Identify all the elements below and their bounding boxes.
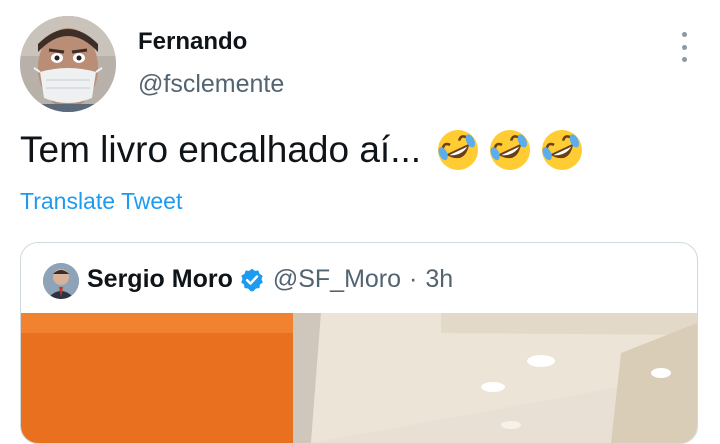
more-vertical-icon[interactable] (674, 30, 694, 64)
avatar-image (20, 16, 116, 112)
author-display-name[interactable]: Fernando (138, 28, 247, 56)
quoted-author-avatar[interactable] (43, 263, 79, 299)
avatar-image (43, 263, 79, 299)
dot (681, 57, 687, 62)
dot (681, 44, 687, 50)
quoted-tweet-photo[interactable] (21, 313, 697, 443)
separator-dot: · (409, 265, 418, 293)
quoted-author-handle[interactable]: @SF_Moro (273, 265, 401, 294)
dot (681, 32, 687, 37)
tweet-text-content: Tem livro encalhado aí... (20, 129, 422, 170)
tweet-text: Tem livro encalhado aí... (20, 126, 585, 174)
translate-tweet-link[interactable]: Translate Tweet (20, 188, 182, 215)
quoted-tweet-card[interactable]: Sergio Moro @SF_Moro · 3h (20, 242, 698, 444)
quoted-tweet-header: Sergio Moro @SF_Moro · 3h (87, 265, 453, 294)
verified-badge-icon (241, 268, 263, 291)
rofl-emoji-icon (438, 130, 479, 170)
author-handle[interactable]: @fsclemente (138, 70, 284, 99)
quoted-tweet-time[interactable]: 3h (425, 265, 453, 294)
rofl-emoji-icon (542, 130, 583, 170)
quoted-author-name[interactable]: Sergio Moro (87, 265, 233, 294)
rofl-emoji-icon (490, 130, 531, 170)
tweet-author-avatar[interactable] (20, 16, 116, 112)
